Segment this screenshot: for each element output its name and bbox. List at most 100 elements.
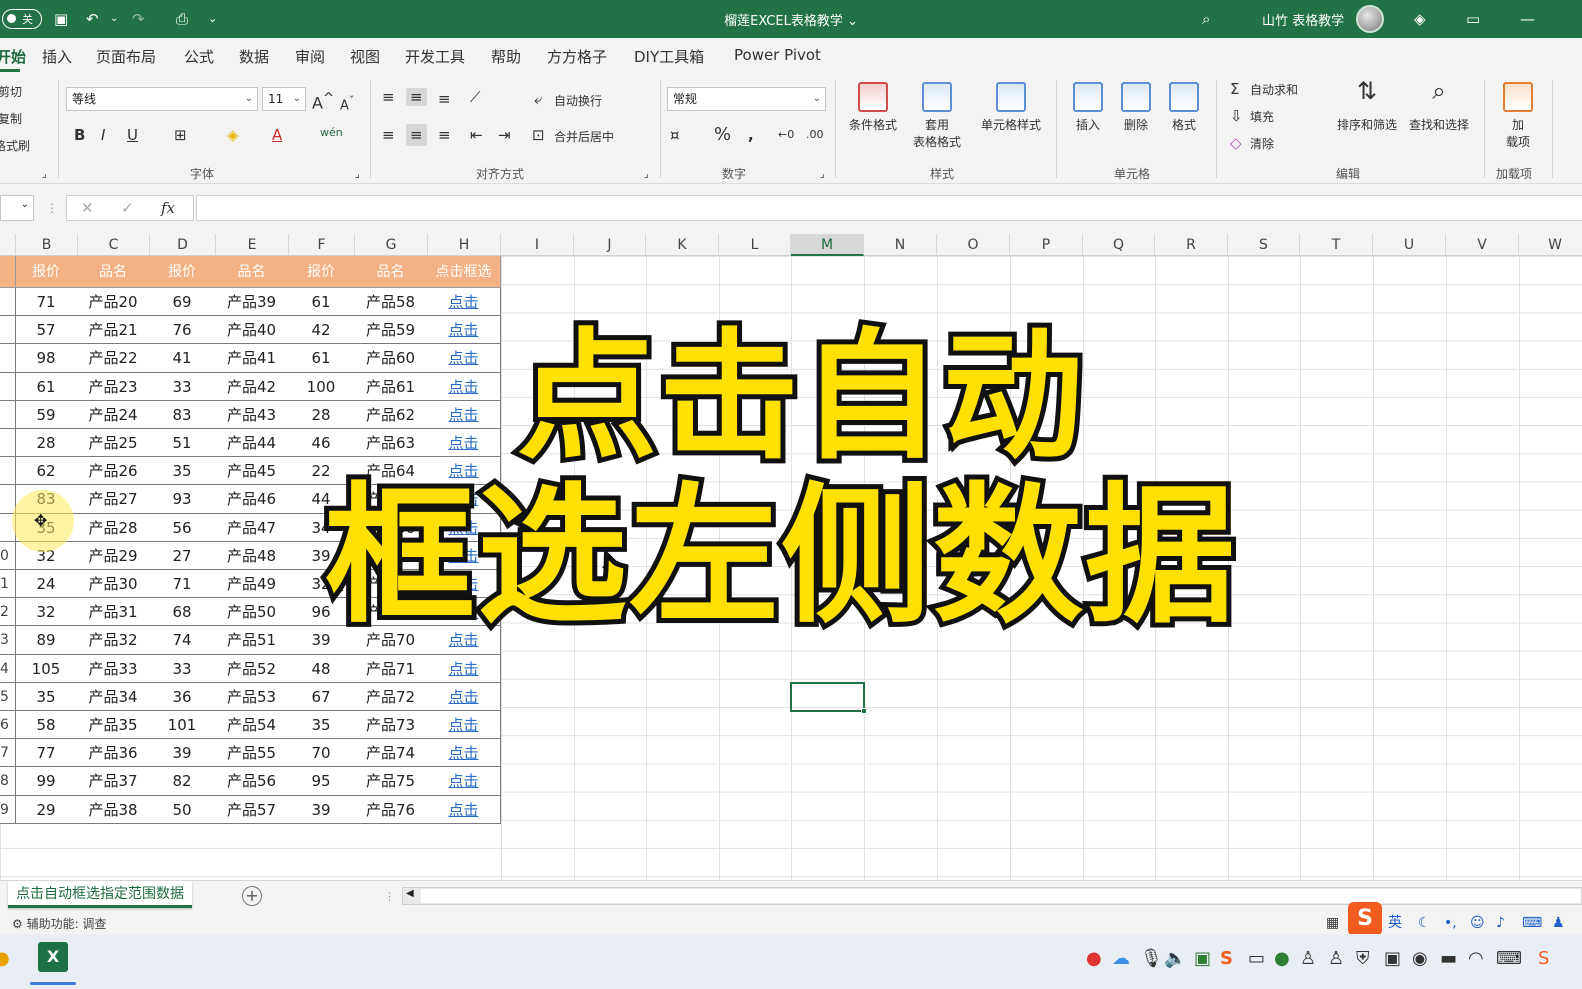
header-cell[interactable]: 报价: [149, 256, 216, 288]
row-number-fragment[interactable]: 1: [0, 576, 9, 592]
tab-power-pivot[interactable]: Power Pivot: [734, 46, 821, 64]
clear-button[interactable]: 清除: [1250, 135, 1274, 152]
table-cell[interactable]: 产品75: [354, 767, 428, 796]
column-header-j[interactable]: J: [574, 234, 646, 256]
enter-icon[interactable]: ✓: [121, 199, 134, 217]
header-cell[interactable]: 品名: [354, 256, 428, 288]
italic-icon[interactable]: I: [101, 126, 105, 144]
sogou-small-icon[interactable]: S: [1538, 948, 1549, 969]
fill-handle[interactable]: [861, 708, 867, 714]
tab-diy-toolbox[interactable]: DIY工具箱: [634, 46, 704, 67]
table-cell[interactable]: 61: [288, 288, 355, 317]
sort-filter-button[interactable]: ⇅ 排序和筛选: [1332, 79, 1402, 133]
scroll-left-icon[interactable]: ◀: [406, 888, 414, 899]
wifi-icon[interactable]: ◠: [1468, 948, 1484, 969]
horizontal-scrollbar[interactable]: ◀: [402, 887, 1582, 905]
merge-icon[interactable]: ⊡: [532, 126, 545, 144]
column-header-v[interactable]: V: [1446, 234, 1519, 256]
percent-icon[interactable]: %: [714, 126, 731, 144]
display-icon[interactable]: ▭: [1248, 948, 1265, 969]
table-cell[interactable]: 67: [288, 682, 355, 711]
sheet-tab[interactable]: 点击自动框选指定范围数据: [8, 881, 192, 908]
table-cell[interactable]: 35: [288, 711, 355, 740]
column-header-o[interactable]: O: [937, 234, 1010, 256]
tab-help[interactable]: 帮助: [491, 46, 521, 67]
cut-button[interactable]: 剪切: [0, 83, 22, 100]
column-header-t[interactable]: T: [1300, 234, 1373, 256]
sogou-tray-icon[interactable]: S: [1220, 948, 1233, 969]
insert-cells-button[interactable]: 插入: [1066, 82, 1110, 133]
tab-insert[interactable]: 插入: [42, 46, 72, 67]
moon-icon[interactable]: ☾: [1418, 914, 1431, 932]
record-icon[interactable]: ●: [1086, 948, 1102, 969]
borders-icon[interactable]: ⊞: [174, 126, 187, 144]
number-format-select[interactable]: 常规 ⌄: [667, 87, 826, 111]
align-top-icon[interactable]: ≡: [382, 88, 395, 106]
column-header-u[interactable]: U: [1373, 234, 1446, 256]
minimize-icon[interactable]: —: [1520, 9, 1535, 29]
column-header-s[interactable]: S: [1228, 234, 1300, 256]
table-cell[interactable]: 产品34: [77, 682, 150, 711]
header-cell[interactable]: 点击框选: [427, 256, 501, 288]
find-select-button[interactable]: ⌕ 查找和选择: [1404, 79, 1474, 133]
table-cell[interactable]: 产品52: [215, 654, 289, 683]
font-size-select[interactable]: 11 ⌄: [262, 87, 306, 111]
diamond-icon[interactable]: ◈: [1414, 9, 1426, 29]
column-header-h[interactable]: H: [428, 234, 501, 256]
table-cell[interactable]: 产品33: [77, 654, 150, 683]
cloud-icon[interactable]: ☁: [1112, 948, 1130, 969]
qq2-icon[interactable]: ♙: [1328, 948, 1344, 969]
header-cell[interactable]: 品名: [77, 256, 150, 288]
sogou-ime-logo[interactable]: S: [1348, 902, 1382, 936]
hyperlink-cell[interactable]: 点击: [427, 795, 501, 824]
microphone-icon[interactable]: ♪: [1496, 914, 1505, 932]
table-cell[interactable]: 产品35: [77, 711, 150, 740]
table-cell[interactable]: 99: [15, 767, 78, 796]
column-header-q[interactable]: Q: [1083, 234, 1155, 256]
column-header-l[interactable]: L: [719, 234, 791, 256]
header-cell-partial[interactable]: [0, 256, 16, 288]
user-icon[interactable]: ♟: [1552, 914, 1565, 932]
row-number-fragment[interactable]: 7: [0, 745, 9, 761]
battery-icon[interactable]: ▬: [1440, 948, 1457, 969]
tab-fangfang[interactable]: 方方格子: [547, 46, 607, 67]
tab-page-layout[interactable]: 页面布局: [96, 46, 156, 67]
table-cell[interactable]: 82: [149, 767, 216, 796]
hyperlink-cell[interactable]: 点击: [427, 682, 501, 711]
hyperlink-cell[interactable]: 点击: [427, 739, 501, 768]
keyboard-tray-icon[interactable]: ⌨: [1496, 948, 1522, 969]
nvidia-icon[interactable]: ▣: [1194, 948, 1211, 969]
comma-icon[interactable]: ,: [748, 126, 754, 144]
table-cell[interactable]: 48: [288, 654, 355, 683]
delete-cells-button[interactable]: 删除: [1114, 82, 1158, 133]
hyperlink-cell[interactable]: 点击: [427, 711, 501, 740]
row-number-fragment[interactable]: 3: [0, 632, 9, 648]
table-cell[interactable]: 产品20: [77, 288, 150, 317]
column-header-d[interactable]: D: [150, 234, 216, 256]
copy-button[interactable]: 复制: [0, 110, 22, 127]
table-cell[interactable]: 33: [149, 654, 216, 683]
format-painter-button[interactable]: 格式刷: [0, 137, 30, 154]
accessibility-status[interactable]: ⚙ 辅助功能: 调查: [12, 915, 106, 932]
decrease-indent-icon[interactable]: ⇤: [470, 126, 483, 144]
table-cell[interactable]: 71: [15, 288, 78, 317]
table-cell[interactable]: 产品55: [215, 739, 289, 768]
table-cell[interactable]: 105: [15, 654, 78, 683]
table-cell[interactable]: 产品71: [354, 654, 428, 683]
column-header-k[interactable]: K: [646, 234, 719, 256]
hyperlink-cell[interactable]: 点击: [427, 654, 501, 683]
table-cell[interactable]: 产品56: [215, 767, 289, 796]
browser-icon[interactable]: ●: [0, 948, 10, 969]
font-color-icon[interactable]: A: [272, 126, 282, 144]
table-cell[interactable]: 77: [15, 739, 78, 768]
header-cell[interactable]: 报价: [15, 256, 78, 288]
table-cell[interactable]: 101: [149, 711, 216, 740]
cell-styles-button[interactable]: 单元格样式: [974, 82, 1048, 133]
fill-color-icon[interactable]: ◈: [227, 126, 239, 144]
column-header-p[interactable]: P: [1010, 234, 1083, 256]
column-header-a-partial[interactable]: [0, 234, 16, 256]
scrollbar-thumb[interactable]: [421, 889, 1581, 903]
table-cell[interactable]: 29: [15, 795, 78, 824]
column-header-n[interactable]: N: [864, 234, 937, 256]
qq-icon[interactable]: ♙: [1300, 948, 1316, 969]
